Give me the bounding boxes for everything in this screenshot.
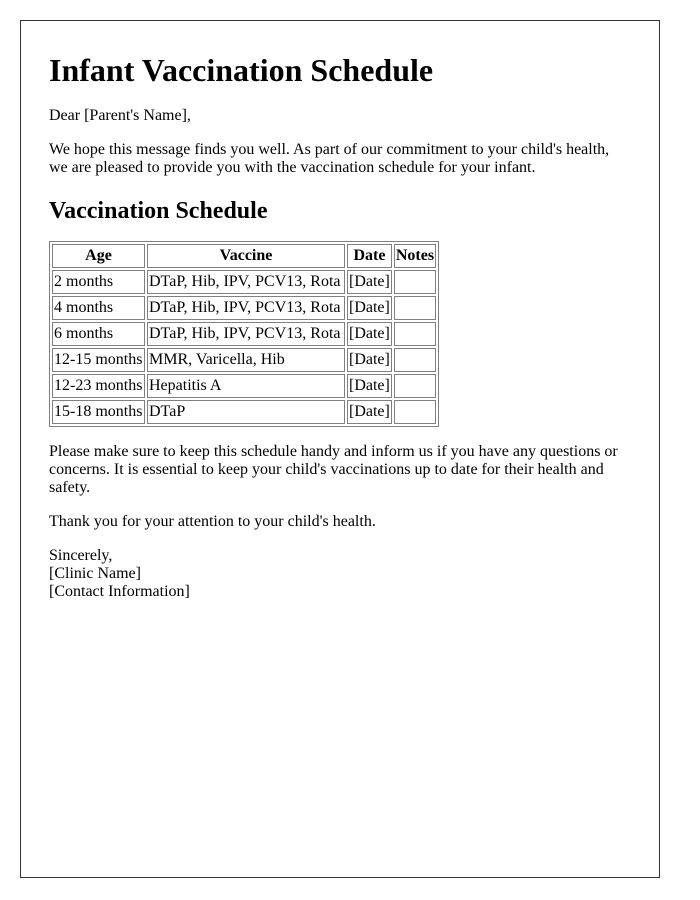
cell-date: [Date]	[347, 400, 392, 424]
cell-vaccine: DTaP	[147, 400, 345, 424]
cell-notes	[393, 296, 437, 320]
section-heading: Vaccination Schedule	[49, 198, 268, 224]
cell-age: 2 months	[52, 270, 145, 294]
table-row: 4 months DTaP, Hib, IPV, PCV13, Rota [Da…	[52, 296, 437, 320]
table-row: 12-23 months Hepatitis A [Date]	[52, 374, 437, 398]
cell-notes	[393, 322, 437, 346]
greeting: Dear [Parent's Name],	[49, 107, 191, 124]
cell-vaccine: DTaP, Hib, IPV, PCV13, Rota	[147, 322, 345, 346]
header-vaccine: Vaccine	[147, 244, 345, 268]
contact-information: [Contact Information]	[49, 583, 190, 600]
table-row: 12-15 months MMR, Varicella, Hib [Date]	[52, 348, 437, 372]
cell-date: [Date]	[347, 374, 392, 398]
cell-date: [Date]	[347, 296, 392, 320]
page-title: Infant Vaccination Schedule	[49, 52, 434, 88]
thanks-paragraph: Thank you for your attention to your chi…	[49, 513, 376, 530]
cell-age: 4 months	[52, 296, 145, 320]
letter-page: Infant Vaccination Schedule Dear [Parent…	[20, 20, 660, 878]
intro-paragraph: We hope this message finds you well. As …	[49, 141, 610, 176]
clinic-name: [Clinic Name]	[49, 565, 141, 582]
header-age: Age	[52, 244, 145, 268]
signature-block: Sincerely, [Clinic Name] [Contact Inform…	[49, 547, 631, 601]
cell-vaccine: Hepatitis A	[147, 374, 345, 398]
reminder-paragraph: Please make sure to keep this schedule h…	[49, 443, 618, 496]
vaccination-table: Age Vaccine Date Notes 2 months DTaP, Hi…	[49, 241, 440, 427]
cell-age: 12-23 months	[52, 374, 145, 398]
cell-vaccine: MMR, Varicella, Hib	[147, 348, 345, 372]
cell-age: 6 months	[52, 322, 145, 346]
cell-date: [Date]	[347, 270, 392, 294]
cell-notes	[393, 400, 437, 424]
header-notes: Notes	[393, 244, 437, 268]
cell-notes	[393, 348, 437, 372]
table-row: 15-18 months DTaP [Date]	[52, 400, 437, 424]
cell-vaccine: DTaP, Hib, IPV, PCV13, Rota	[147, 270, 345, 294]
signoff: Sincerely,	[49, 547, 113, 564]
cell-date: [Date]	[347, 348, 392, 372]
header-date: Date	[347, 244, 392, 268]
cell-vaccine: DTaP, Hib, IPV, PCV13, Rota	[147, 296, 345, 320]
cell-notes	[393, 270, 437, 294]
table-header-row: Age Vaccine Date Notes	[52, 244, 437, 268]
table-row: 2 months DTaP, Hib, IPV, PCV13, Rota [Da…	[52, 270, 437, 294]
table-row: 6 months DTaP, Hib, IPV, PCV13, Rota [Da…	[52, 322, 437, 346]
cell-notes	[393, 374, 437, 398]
cell-age: 15-18 months	[52, 400, 145, 424]
cell-age: 12-15 months	[52, 348, 145, 372]
cell-date: [Date]	[347, 322, 392, 346]
